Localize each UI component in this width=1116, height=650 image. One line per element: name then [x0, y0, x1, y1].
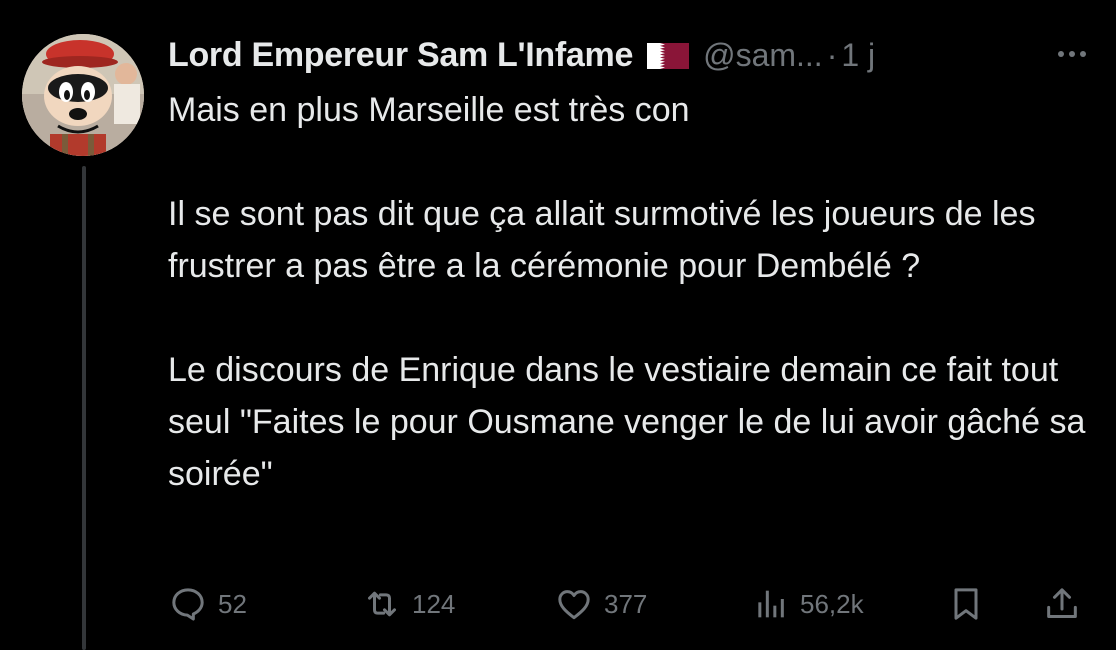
- more-options-icon[interactable]: [1052, 34, 1092, 74]
- views-chart-icon: [758, 590, 784, 618]
- bookmark-button[interactable]: [946, 580, 986, 628]
- retweet-button[interactable]: 124: [362, 580, 455, 628]
- tweet-text: Mais en plus Marseille est très con Il s…: [168, 84, 1103, 500]
- avatar[interactable]: [22, 34, 144, 156]
- reply-icon: [172, 588, 204, 621]
- author-display-name[interactable]: Lord Empereur Sam L'Infame: [168, 36, 633, 75]
- retweet-icon: [368, 591, 396, 617]
- bookmark-icon: [954, 588, 978, 620]
- reply-button[interactable]: 52: [168, 580, 247, 628]
- reply-count: 52: [218, 588, 247, 619]
- views-count: 56,2k: [800, 588, 864, 619]
- tweet-timestamp[interactable]: 1 j: [841, 37, 875, 74]
- mickey-mascot-avatar-image: [22, 34, 144, 156]
- tweet-paragraph: Le discours de Enrique dans le vestiaire…: [168, 351, 1086, 493]
- retweet-count: 124: [412, 588, 456, 619]
- views-button[interactable]: 56,2k: [750, 580, 864, 628]
- tweet-header: Lord Empereur Sam L'Infame @sam... · 1 j: [168, 30, 1108, 80]
- share-icon: [1047, 588, 1077, 618]
- separator-dot: ·: [826, 36, 838, 73]
- like-button[interactable]: 377: [554, 580, 647, 628]
- like-count: 377: [604, 588, 648, 619]
- tweet-action-bar: 52 124 377 56,2k: [168, 580, 1088, 628]
- qatar-flag-icon: [647, 43, 690, 69]
- thread-connector-line: [82, 166, 86, 650]
- tweet-paragraph: Il se sont pas dit que ça allait surmoti…: [168, 195, 1036, 285]
- author-handle[interactable]: @sam...: [703, 37, 823, 74]
- tweet-paragraph: Mais en plus Marseille est très con: [168, 91, 690, 129]
- share-button[interactable]: [1042, 580, 1082, 628]
- tweet[interactable]: Lord Empereur Sam L'Infame @sam... · 1 j…: [0, 0, 1116, 650]
- heart-icon: [558, 590, 590, 620]
